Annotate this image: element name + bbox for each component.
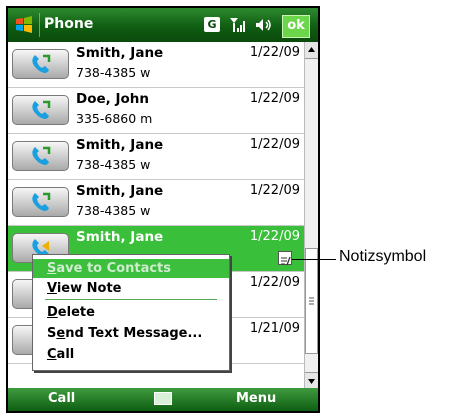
call-button[interactable] (12, 49, 69, 79)
call-date: 1/22/09 (249, 45, 300, 60)
phone-icon (32, 192, 51, 211)
title-bar: Phone G ok (8, 8, 318, 42)
callout-line (292, 259, 336, 260)
menu-softkey[interactable]: Menu (236, 391, 276, 406)
softkey-bar: Call Menu (8, 388, 318, 411)
phone-icon (32, 100, 51, 119)
scroll-down-button[interactable] (305, 372, 318, 389)
volume-icon[interactable] (254, 17, 274, 33)
windows-flag-icon[interactable] (14, 15, 34, 35)
title-separator (39, 13, 40, 37)
menu-item-call[interactable]: Call (33, 345, 229, 364)
note-icon[interactable] (278, 251, 292, 266)
call-date: 1/22/09 (249, 229, 300, 244)
call-date: 1/21/09 (249, 321, 300, 336)
menu-divider (45, 299, 217, 300)
contact-number: 738-4385 w (76, 65, 151, 80)
list-item[interactable]: Smith, Jane 738-4385 w 1/22/09 (8, 180, 304, 226)
grip-icon (309, 297, 314, 305)
arrow-up-icon (308, 47, 315, 52)
call-button[interactable] (12, 141, 69, 171)
menu-item-send-text-message[interactable]: Send Text Message... (33, 324, 229, 343)
contact-name: Doe, John (76, 91, 149, 107)
contact-name: Smith, Jane (76, 45, 164, 61)
scroll-thumb[interactable] (305, 248, 318, 354)
menu-item-delete[interactable]: Delete (33, 303, 229, 322)
call-button[interactable] (12, 95, 69, 125)
list-item[interactable]: Doe, John 335-6860 m 1/22/09 (8, 88, 304, 134)
arrow-down-icon (308, 379, 315, 384)
callout-label: Notizsymbol (339, 248, 427, 265)
contact-name: Smith, Jane (76, 229, 164, 245)
call-date: 1/22/09 (249, 137, 300, 152)
context-menu: Save to Contacts View Note Delete Send T… (32, 254, 230, 371)
keyboard-icon[interactable] (154, 392, 172, 405)
menu-item-view-note[interactable]: View Note (33, 279, 229, 298)
call-date: 1/22/09 (249, 275, 300, 290)
contact-number: 738-4385 w (76, 157, 151, 172)
call-date: 1/22/09 (249, 183, 300, 198)
phone-icon (32, 54, 51, 73)
scroll-up-button[interactable] (305, 42, 318, 59)
network-badge: G (204, 17, 220, 32)
page-title: Phone (44, 16, 94, 32)
ok-button[interactable]: ok (282, 15, 310, 38)
contact-number: 738-4385 w (76, 203, 151, 218)
list-item[interactable]: Smith, Jane 738-4385 w 1/22/09 (8, 42, 304, 88)
phone-icon (32, 146, 51, 165)
vertical-scrollbar[interactable] (304, 42, 318, 389)
call-softkey[interactable]: Call (48, 391, 75, 406)
contact-name: Smith, Jane (76, 183, 164, 199)
menu-item-save-to-contacts[interactable]: Save to Contacts (33, 259, 229, 278)
call-button[interactable] (12, 187, 69, 217)
list-item[interactable]: Smith, Jane 738-4385 w 1/22/09 (8, 134, 304, 180)
signal-icon[interactable] (229, 17, 247, 33)
contact-number: 335-6860 m (76, 111, 153, 126)
call-date: 1/22/09 (249, 91, 300, 106)
phone-window: Phone G ok Smith, Jane 738-4385 w 1/22/0… (6, 6, 320, 413)
contact-name: Smith, Jane (76, 137, 164, 153)
